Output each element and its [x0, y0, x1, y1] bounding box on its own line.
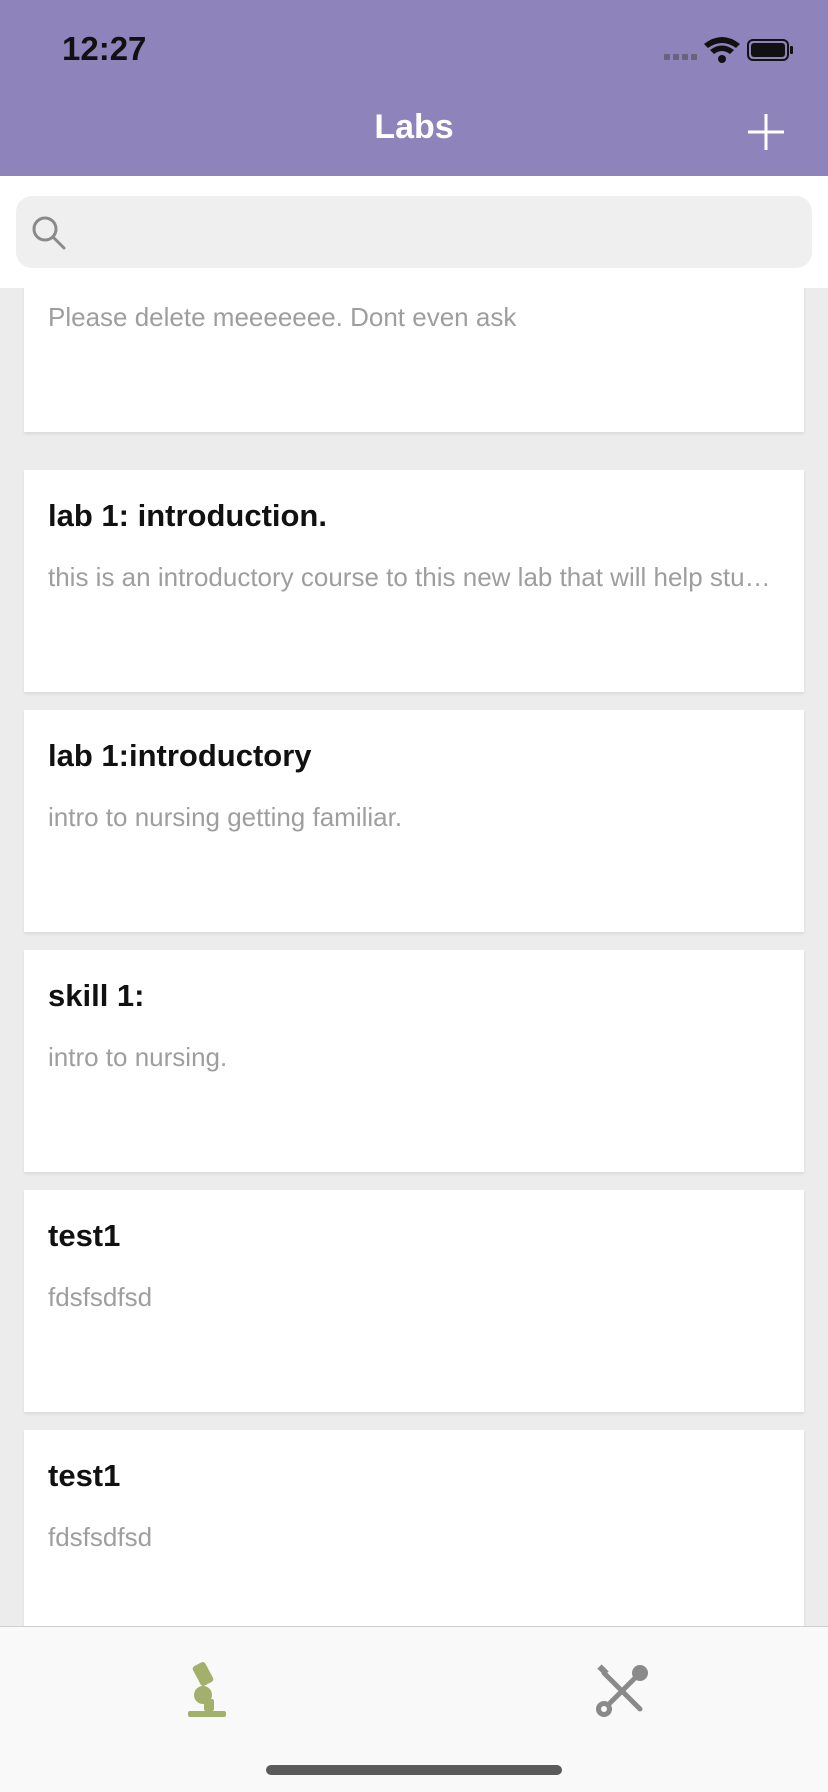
tab-tools[interactable]	[590, 1659, 654, 1723]
nav-bar: 12:27 Labs	[0, 0, 828, 176]
lab-card[interactable]: skill 1: intro to nursing.	[24, 950, 804, 1172]
lab-title: lab 1:introductory	[48, 738, 312, 773]
lab-title: skill 1:	[48, 978, 145, 1013]
lab-title: test1	[48, 1458, 121, 1493]
plus-icon	[748, 114, 784, 150]
wifi-icon	[704, 37, 740, 63]
signal-icon	[664, 54, 697, 60]
lab-description: this is an introductory course to this n…	[48, 562, 780, 592]
lab-description: fdsfsdfsd	[48, 1522, 153, 1552]
lab-title: test1	[48, 1218, 121, 1253]
status-icons	[644, 34, 794, 66]
labs-list[interactable]: Please delete meeeeeee. Dont even ask la…	[0, 288, 828, 1626]
add-lab-button[interactable]	[744, 110, 788, 154]
search-bar[interactable]	[16, 196, 812, 268]
page-title: Labs	[374, 108, 454, 146]
lab-card[interactable]: lab 1: introduction. this is an introduc…	[24, 470, 804, 692]
lab-title: lab 1: introduction.	[48, 498, 327, 533]
home-indicator	[266, 1765, 562, 1775]
lab-description: intro to nursing getting familiar.	[48, 802, 403, 832]
lab-description: fdsfsdfsd	[48, 1282, 153, 1312]
battery-icon	[747, 39, 793, 61]
lab-card[interactable]: test1 fdsfsdfsd	[24, 1430, 804, 1626]
tab-labs[interactable]	[174, 1659, 238, 1723]
search-input[interactable]	[78, 206, 798, 258]
search-bar-container	[0, 176, 828, 288]
lab-card[interactable]: Please delete meeeeeee. Dont even ask	[24, 288, 804, 432]
tools-icon	[596, 1664, 648, 1717]
lab-card[interactable]: lab 1:introductory intro to nursing gett…	[24, 710, 804, 932]
status-time: 12:27	[62, 30, 147, 67]
lab-description: intro to nursing.	[48, 1042, 228, 1072]
lab-description: Please delete meeeeeee. Dont even ask	[48, 302, 517, 332]
search-icon	[32, 216, 66, 250]
microscope-icon	[188, 1662, 226, 1717]
lab-card[interactable]: test1 fdsfsdfsd	[24, 1190, 804, 1412]
